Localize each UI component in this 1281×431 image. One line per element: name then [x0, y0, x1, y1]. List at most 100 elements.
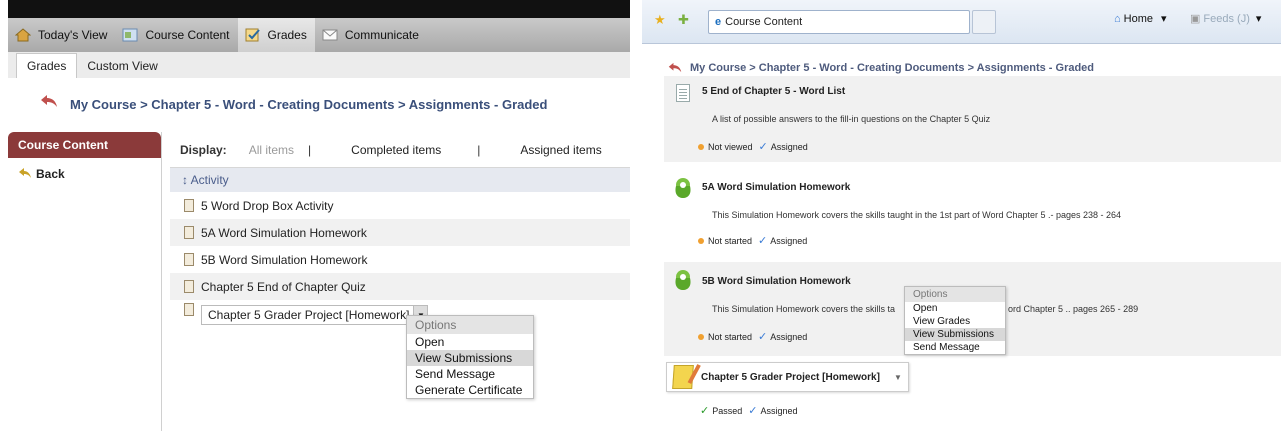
activity-column-header[interactable]: ↕ Activity — [170, 168, 630, 192]
sidebar-back-label: Back — [36, 167, 65, 181]
status-dot-icon — [698, 143, 704, 150]
grader-status: ✓ Passed ✓ Assigned — [700, 404, 798, 417]
filter-all-items[interactable]: All items — [249, 143, 294, 157]
menu-item-send-message[interactable]: Send Message — [407, 366, 533, 382]
notepad-pencil-icon — [672, 365, 694, 389]
back-arrow-icon[interactable] — [668, 60, 682, 76]
feeds-button[interactable]: ▣ Feeds (J) ▾ — [1190, 12, 1262, 26]
home-label: Home — [1123, 12, 1153, 25]
document-icon — [184, 303, 194, 316]
status-dot-icon — [698, 237, 704, 244]
nav-label: Grades — [267, 28, 307, 42]
document-icon — [184, 280, 194, 293]
assignment-title[interactable]: 5B Word Simulation Homework — [702, 276, 851, 287]
tab-grades[interactable]: Grades — [16, 53, 78, 78]
sidebar-back-link[interactable]: Back — [8, 166, 161, 182]
breadcrumb-text[interactable]: My Course > Chapter 5 - Word - Creating … — [70, 97, 547, 112]
right-screenshot-panel: ★ ✚ e Course Content ⌂ Home ▾ ▣ Feeds (J… — [642, 0, 1281, 431]
chevron-down-icon[interactable]: ▾ — [1256, 12, 1262, 25]
breadcrumb-text[interactable]: My Course > Chapter 5 - Word - Creating … — [690, 62, 1094, 74]
assignment-block: 5A Word Simulation Homework This Simulat… — [664, 168, 1281, 256]
menu-item-view-submissions[interactable]: View Submissions — [407, 350, 533, 366]
filter-separator: | — [308, 142, 312, 157]
assignment-title[interactable]: 5 End of Chapter 5 - Word List — [702, 86, 845, 97]
breadcrumb: My Course > Chapter 5 - Word - Creating … — [668, 60, 1094, 76]
filter-completed-items[interactable]: Completed items — [351, 143, 441, 157]
sidebar-header: Course Content — [8, 132, 161, 158]
nav-label: Today's View — [38, 28, 108, 42]
display-label: Display: — [180, 142, 227, 157]
options-context-menu: Options Open View Grades View Submission… — [904, 286, 1006, 355]
assignment-description: A list of possible answers to the fill-i… — [712, 114, 991, 124]
menu-item-generate-certificate[interactable]: Generate Certificate — [407, 382, 533, 398]
main-nav: Today's View Course Content Grades Commu… — [8, 18, 630, 52]
document-icon — [184, 253, 194, 266]
browser-toolbar: ★ ✚ e Course Content ⌂ Home ▾ ▣ Feeds (J… — [642, 0, 1281, 44]
new-tab-button[interactable] — [972, 10, 996, 34]
menu-item-open[interactable]: Open — [905, 302, 1005, 315]
back-arrow-icon[interactable] — [40, 92, 58, 113]
item-label: 5B Word Simulation Homework — [201, 252, 368, 267]
status-text: Not started — [708, 235, 753, 246]
assignment-description-tail: ord Chapter 5 .. pages 265 - 289 — [1008, 304, 1139, 314]
item-label: 5A Word Simulation Homework — [201, 225, 367, 240]
back-arrow-icon — [18, 166, 32, 182]
nav-label: Course Content — [145, 28, 230, 42]
assigned-text: Assigned — [770, 141, 808, 152]
assignment-description: This Simulation Homework covers the skil… — [712, 304, 896, 314]
list-item[interactable]: 5B Word Simulation Homework — [170, 246, 630, 273]
add-favorite-icon[interactable]: ✚ — [678, 12, 689, 28]
list-item[interactable]: 5A Word Simulation Homework — [170, 219, 630, 246]
chevron-down-icon[interactable]: ▼ — [894, 373, 902, 382]
assignment-block: 5 End of Chapter 5 - Word List A list of… — [664, 76, 1281, 162]
checkmark-icon: ✓ — [748, 405, 758, 417]
course-content-icon — [121, 27, 139, 43]
menu-item-view-grades[interactable]: View Grades — [905, 315, 1005, 328]
list-item[interactable]: 5 Word Drop Box Activity — [170, 192, 630, 219]
sub-tabs: Grades Custom View — [8, 52, 630, 78]
left-screenshot-panel: Today's View Course Content Grades Commu… — [8, 0, 630, 431]
simulation-icon — [675, 178, 691, 198]
nav-todays-view[interactable]: Today's View — [8, 18, 115, 52]
grader-project-item[interactable]: Chapter 5 Grader Project [Homework] ▼ — [201, 305, 429, 325]
browser-tab[interactable]: e Course Content — [708, 10, 970, 34]
grader-project-item[interactable]: Chapter 5 Grader Project [Homework] ▼ — [666, 362, 909, 392]
feeds-label: Feeds (J) — [1203, 12, 1250, 25]
main-content: Display: All items | Completed items | A… — [170, 132, 630, 431]
nav-grades[interactable]: Grades — [237, 18, 315, 52]
list-item[interactable]: Chapter 5 End of Chapter Quiz — [170, 273, 630, 300]
document-icon — [184, 226, 194, 239]
tab-title: Course Content — [725, 16, 803, 28]
favorites-star-icon[interactable]: ★ — [654, 12, 666, 28]
item-label: Chapter 5 Grader Project [Homework] — [208, 308, 410, 322]
assigned-text: Assigned — [770, 235, 808, 246]
assignment-description: This Simulation Homework covers the skil… — [712, 210, 1122, 220]
list-item[interactable]: Chapter 5 Grader Project [Homework] ▼ — [170, 300, 630, 327]
assigned-text: Assigned — [760, 405, 798, 416]
breadcrumb: My Course > Chapter 5 - Word - Creating … — [40, 94, 547, 115]
menu-header: Options — [905, 287, 1005, 302]
menu-item-view-submissions[interactable]: View Submissions — [905, 328, 1005, 341]
menu-item-send-message[interactable]: Send Message — [905, 341, 1005, 354]
filter-separator: | — [477, 142, 481, 157]
status-text: Not viewed — [708, 141, 753, 152]
home-icon — [14, 27, 32, 43]
item-label: Chapter 5 End of Chapter Quiz — [201, 279, 366, 294]
home-button[interactable]: ⌂ Home ▾ — [1114, 12, 1167, 26]
nav-label: Communicate — [344, 28, 419, 42]
assignment-status: Not started ✓ Assigned — [698, 234, 807, 247]
top-black-bar — [8, 0, 630, 18]
document-icon — [676, 84, 690, 102]
divider — [630, 0, 642, 431]
chevron-down-icon[interactable]: ▾ — [1161, 12, 1167, 25]
nav-course-content[interactable]: Course Content — [115, 18, 237, 52]
assignment-title[interactable]: 5A Word Simulation Homework — [702, 182, 850, 193]
menu-item-open[interactable]: Open — [407, 334, 533, 350]
passed-text: Passed — [712, 405, 743, 416]
filter-assigned-items[interactable]: Assigned items — [520, 143, 601, 157]
checkmark-icon: ✓ — [758, 235, 768, 247]
nav-communicate[interactable]: Communicate — [315, 18, 427, 52]
options-context-menu: Options Open View Submissions Send Messa… — [406, 315, 534, 399]
tab-custom-view[interactable]: Custom View — [77, 54, 167, 78]
display-filter-bar: Display: All items | Completed items | A… — [170, 132, 630, 168]
